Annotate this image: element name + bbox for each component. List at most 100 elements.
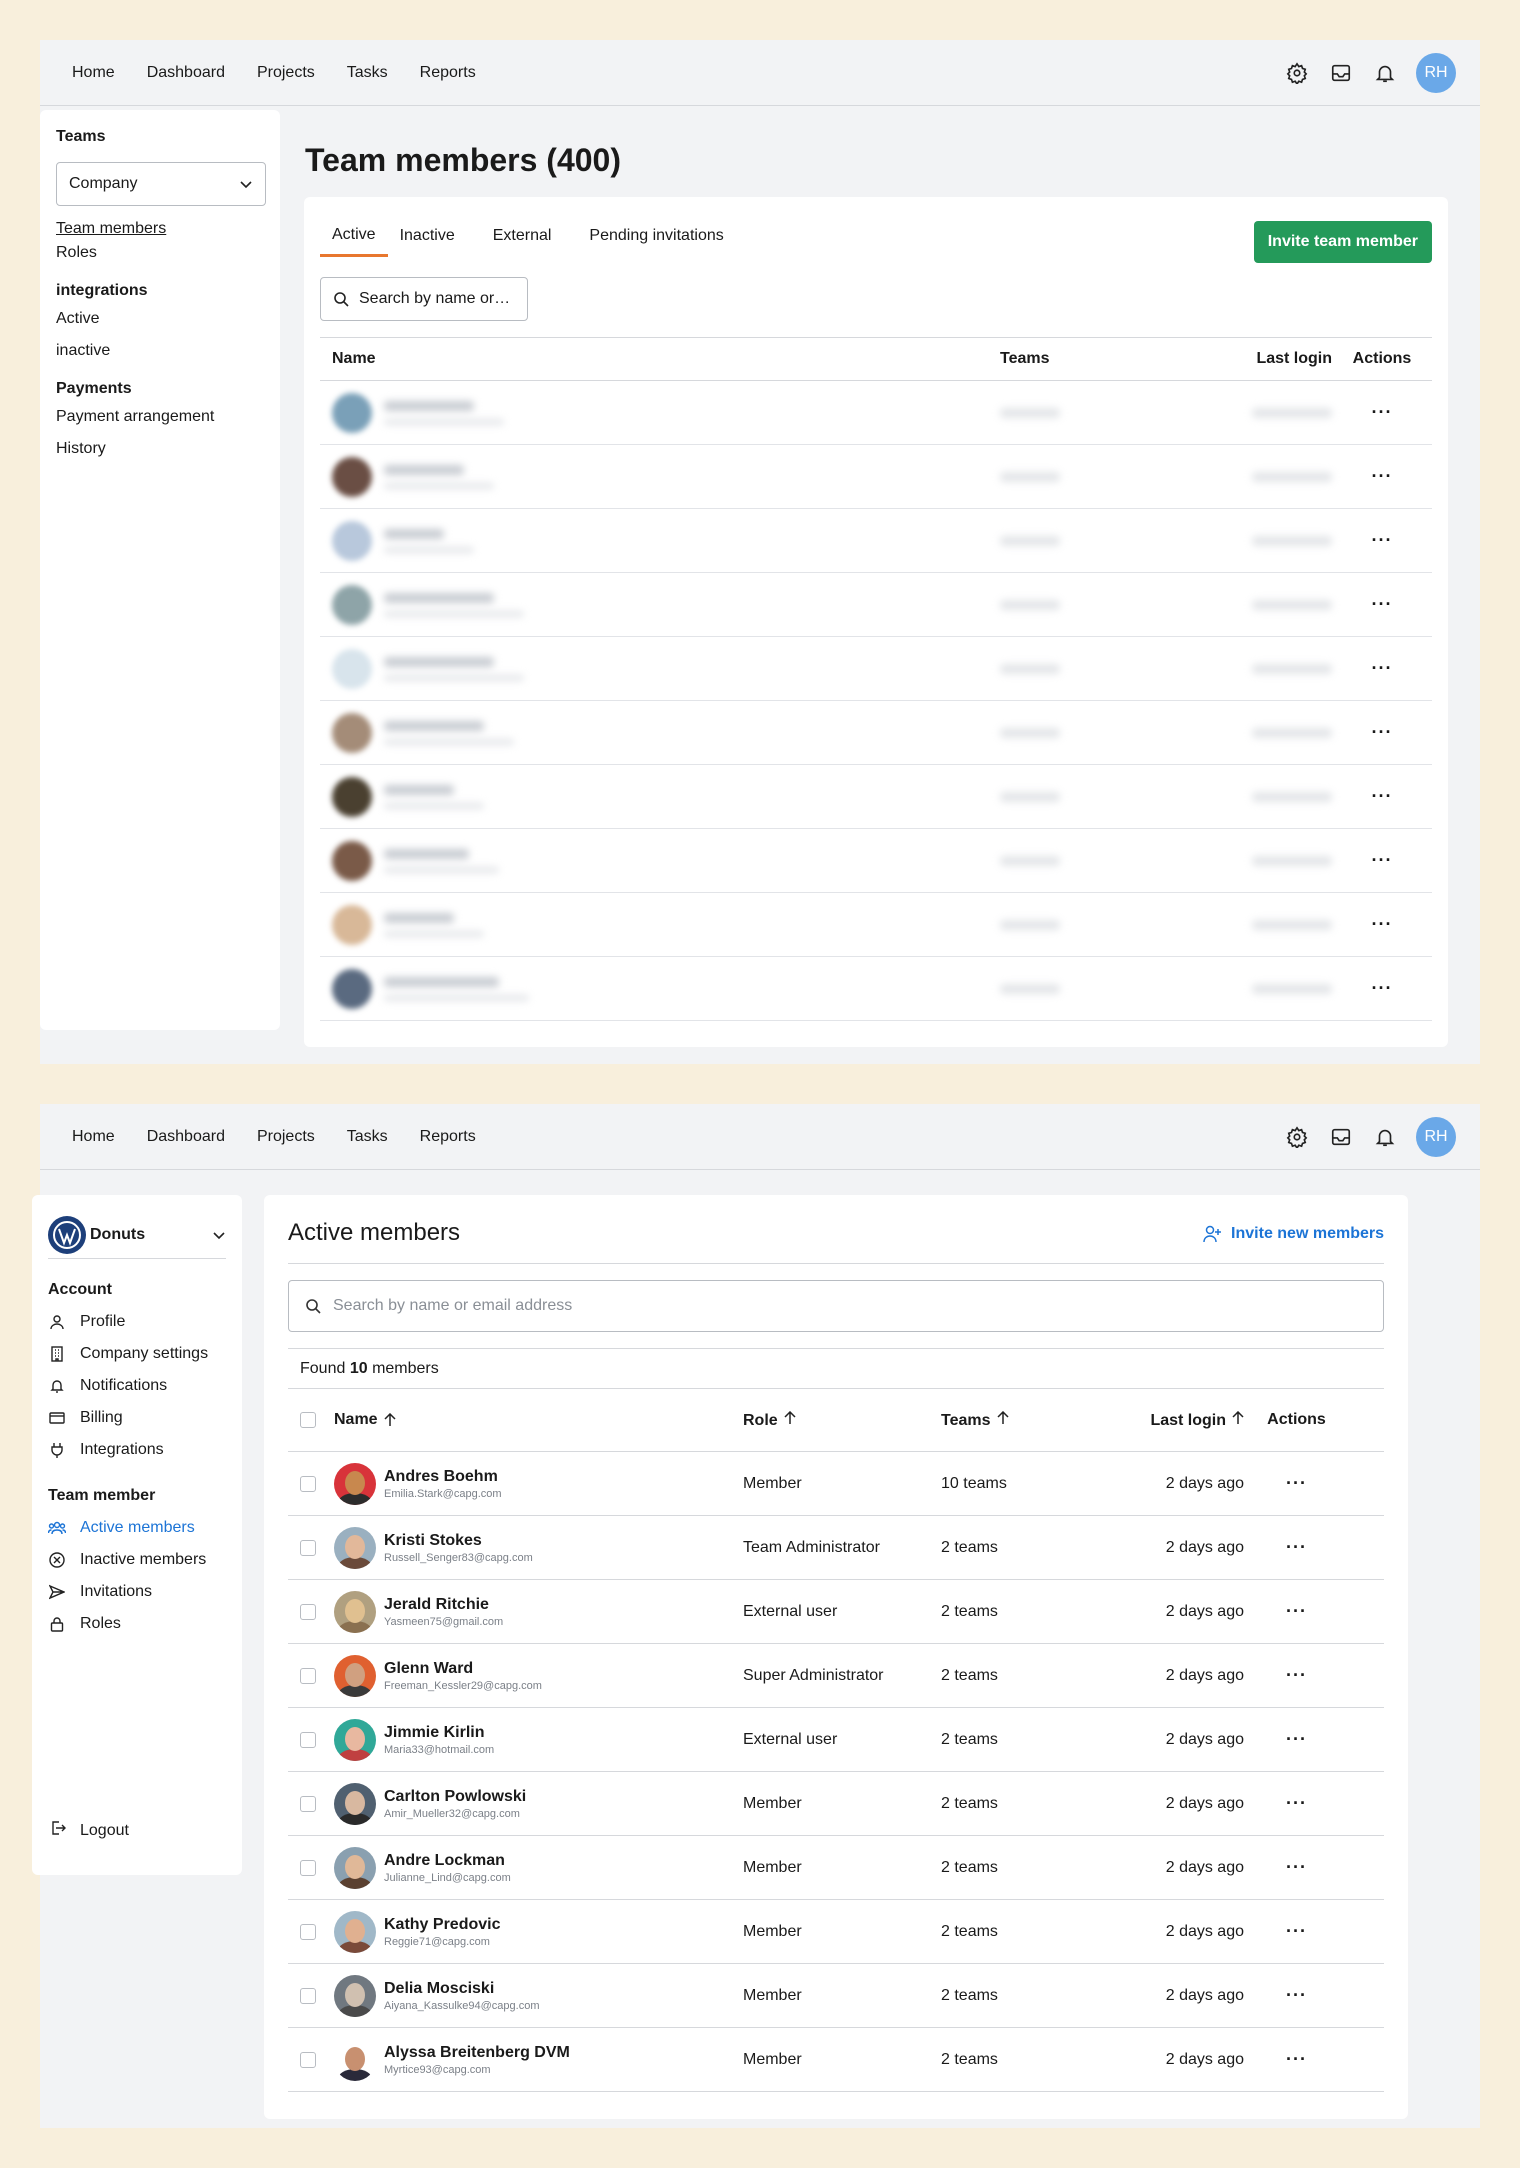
nav-home[interactable]: Home (72, 64, 115, 82)
more-actions-icon[interactable]: ··· (1332, 850, 1432, 871)
inbox-icon[interactable] (1328, 60, 1354, 86)
member-name[interactable]: Delia Mosciski (384, 1980, 539, 1998)
table-row[interactable]: Carlton Powlowski Amir_Mueller32@capg.com… (288, 1772, 1384, 1836)
member-name[interactable]: Kathy Predovic (384, 1916, 500, 1934)
member-name[interactable]: Andres Boehm (384, 1468, 502, 1486)
table-row[interactable]: Jimmie Kirlin Maria33@hotmail.com External… (288, 1708, 1384, 1772)
sidebar-item-invitations[interactable]: Invitations (48, 1583, 226, 1601)
table-row[interactable]: Jerald Ritchie Yasmeen75@gmail.com Externa… (288, 1580, 1384, 1644)
bell-icon[interactable] (1372, 1124, 1398, 1150)
row-checkbox[interactable] (300, 2051, 316, 2068)
brand-switcher[interactable]: Donuts (48, 1211, 226, 1259)
member-name[interactable]: Alyssa Breitenberg DVM (384, 2044, 570, 2062)
nav-dashboard[interactable]: Dashboard (147, 64, 225, 82)
sidebar-item-roles[interactable]: Roles (48, 1615, 226, 1633)
tab-external[interactable]: External (481, 217, 564, 255)
sidebar-item-billing[interactable]: Billing (48, 1409, 226, 1427)
user-avatar[interactable]: RH (1416, 1117, 1456, 1157)
more-actions-icon[interactable]: ··· (1332, 786, 1432, 807)
table-row[interactable]: ··· (320, 381, 1432, 445)
more-actions-icon[interactable]: ··· (1244, 1857, 1349, 1878)
nav-projects[interactable]: Projects (257, 1128, 315, 1146)
more-actions-icon[interactable]: ··· (1244, 1665, 1349, 1686)
nav-home[interactable]: Home (72, 1128, 115, 1146)
more-actions-icon[interactable]: ··· (1244, 1537, 1349, 1558)
gear-icon[interactable] (1284, 60, 1310, 86)
tab-active[interactable]: Active (320, 216, 388, 257)
more-actions-icon[interactable]: ··· (1244, 1473, 1349, 1494)
table-row[interactable]: ··· (320, 509, 1432, 573)
logout-button[interactable]: Logout (50, 1820, 129, 1841)
col-name[interactable]: Name (334, 1411, 743, 1429)
table-row[interactable]: Kathy Predovic Reggie71@capg.com Member 2 t… (288, 1900, 1384, 1964)
table-row[interactable]: ··· (320, 765, 1432, 829)
row-checkbox[interactable] (300, 1667, 316, 1684)
row-checkbox[interactable] (300, 1731, 316, 1748)
company-select[interactable]: Company (56, 162, 266, 206)
table-row[interactable]: ··· (320, 829, 1432, 893)
nav-reports[interactable]: Reports (420, 64, 476, 82)
more-actions-icon[interactable]: ··· (1244, 1985, 1349, 2006)
select-all-checkbox[interactable] (300, 1412, 316, 1428)
table-row[interactable]: ··· (320, 637, 1432, 701)
table-row[interactable]: Kristi Stokes Russell_Senger83@capg.com Te… (288, 1516, 1384, 1580)
table-row[interactable]: Andres Boehm Emilia.Stark@capg.com Member 1… (288, 1452, 1384, 1516)
more-actions-icon[interactable]: ··· (1332, 402, 1432, 423)
more-actions-icon[interactable]: ··· (1244, 1793, 1349, 1814)
table-row[interactable]: ··· (320, 701, 1432, 765)
table-row[interactable]: ··· (320, 445, 1432, 509)
more-actions-icon[interactable]: ··· (1332, 722, 1432, 743)
table-row[interactable]: ··· (320, 957, 1432, 1021)
nav-projects[interactable]: Projects (257, 64, 315, 82)
more-actions-icon[interactable]: ··· (1332, 530, 1432, 551)
more-actions-icon[interactable]: ··· (1244, 1729, 1349, 1750)
nav-tasks[interactable]: Tasks (347, 64, 388, 82)
more-actions-icon[interactable]: ··· (1332, 594, 1432, 615)
tab-pending-invitations[interactable]: Pending invitations (577, 217, 735, 255)
tab-inactive[interactable]: Inactive (388, 217, 467, 255)
invite-team-member-button[interactable]: Invite team member (1253, 221, 1432, 263)
sidebar-item-roles[interactable]: Roles (56, 244, 264, 262)
col-teams[interactable]: Teams (1000, 350, 1200, 368)
row-checkbox[interactable] (300, 1923, 316, 1940)
table-row[interactable]: Alyssa Breitenberg DVM Myrtice93@capg.com… (288, 2028, 1384, 2092)
sidebar-item-team-members[interactable]: Team members (56, 220, 264, 238)
col-role[interactable]: Role (743, 1410, 941, 1430)
member-name[interactable]: Andre Lockman (384, 1852, 511, 1870)
sidebar-item-active[interactable]: Active (56, 310, 264, 328)
sidebar-item-inactive-members[interactable]: Inactive members (48, 1551, 226, 1569)
member-name[interactable]: Jerald Ritchie (384, 1596, 503, 1614)
more-actions-icon[interactable]: ··· (1244, 1921, 1349, 1942)
more-actions-icon[interactable]: ··· (1332, 466, 1432, 487)
member-name[interactable]: Kristi Stokes (384, 1532, 533, 1550)
more-actions-icon[interactable]: ··· (1244, 2049, 1349, 2070)
more-actions-icon[interactable]: ··· (1332, 658, 1432, 679)
row-checkbox[interactable] (300, 1539, 316, 1556)
table-row[interactable]: Delia Mosciski Aiyana_Kassulke94@capg.com… (288, 1964, 1384, 2028)
row-checkbox[interactable] (300, 1475, 316, 1492)
sidebar-item-notifications[interactable]: Notifications (48, 1377, 226, 1395)
table-row[interactable]: ··· (320, 573, 1432, 637)
gear-icon[interactable] (1284, 1124, 1310, 1150)
nav-tasks[interactable]: Tasks (347, 1128, 388, 1146)
nav-dashboard[interactable]: Dashboard (147, 1128, 225, 1146)
sidebar-item-integrations[interactable]: Integrations (48, 1441, 226, 1459)
table-row[interactable]: Glenn Ward Freeman_Kessler29@capg.com Supe… (288, 1644, 1384, 1708)
inbox-icon[interactable] (1328, 1124, 1354, 1150)
row-checkbox[interactable] (300, 1603, 316, 1620)
table-row[interactable]: ··· (320, 893, 1432, 957)
sidebar-item-history[interactable]: History (56, 440, 264, 458)
more-actions-icon[interactable]: ··· (1332, 914, 1432, 935)
sidebar-item-inactive[interactable]: inactive (56, 342, 264, 360)
col-name[interactable]: Name (320, 350, 1000, 368)
table-row[interactable]: Andre Lockman Julianne_Lind@capg.com Membe… (288, 1836, 1384, 1900)
sidebar-item-profile[interactable]: Profile (48, 1313, 226, 1331)
search-input[interactable]: Search by name or… (320, 277, 528, 321)
bell-icon[interactable] (1372, 60, 1398, 86)
member-name[interactable]: Glenn Ward (384, 1660, 542, 1678)
sidebar-item-company-settings[interactable]: Company settings (48, 1345, 226, 1363)
sidebar-item-payment-arrangement[interactable]: Payment arrangement (56, 408, 264, 426)
row-checkbox[interactable] (300, 1859, 316, 1876)
nav-reports[interactable]: Reports (420, 1128, 476, 1146)
row-checkbox[interactable] (300, 1987, 316, 2004)
